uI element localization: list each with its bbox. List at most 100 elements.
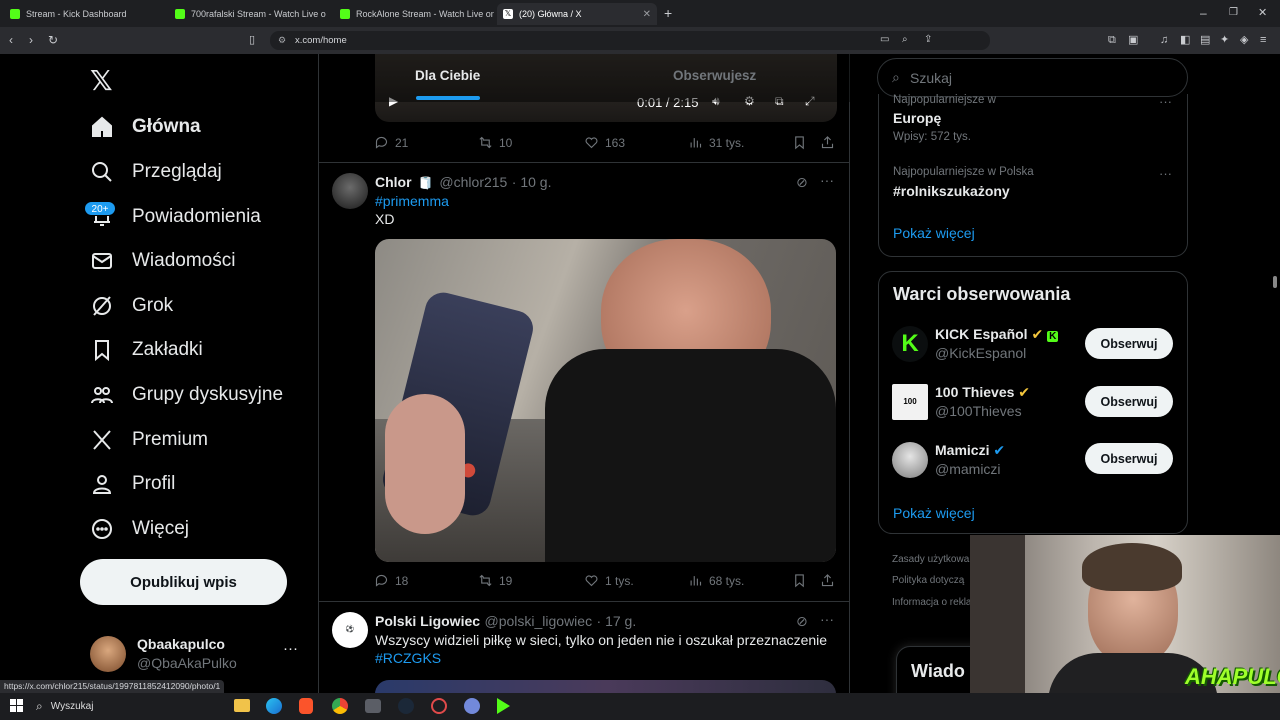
nav-profile[interactable]: Profil <box>88 464 175 504</box>
new-tab-icon[interactable]: + <box>664 6 672 20</box>
suggestion-name[interactable]: Mamiczi ✔ <box>935 442 1005 459</box>
leo-ai-icon[interactable]: ✦ <box>1220 34 1229 46</box>
author-handle[interactable]: @chlor215 <box>439 174 507 190</box>
browser-tab-700rafalski[interactable]: 700rafalski Stream - Watch Live o <box>169 3 334 25</box>
forward-icon[interactable]: › <box>29 34 33 46</box>
bookmark-button[interactable] <box>792 573 813 588</box>
grok-icon[interactable]: ⊘ <box>796 174 808 191</box>
menu-icon[interactable]: ≡ <box>1260 34 1266 46</box>
share-button[interactable] <box>820 573 841 588</box>
sidebar-icon[interactable]: ◧ <box>1180 34 1190 46</box>
cast-icon[interactable]: ▭ <box>880 34 889 46</box>
back-icon[interactable]: ‹ <box>9 34 13 46</box>
site-info-icon[interactable]: ⚙ <box>278 35 286 46</box>
edge-icon[interactable] <box>266 698 282 714</box>
post-button[interactable]: Opublikuj wpis <box>80 559 287 605</box>
browser-tab-x-home[interactable]: 𝕏 (20) Główna / X ✕ <box>497 3 657 25</box>
nav-explore[interactable]: Przeglądaj <box>88 152 222 192</box>
author-name[interactable]: Chlor <box>375 174 412 190</box>
suggestion-handle[interactable]: @100Thieves <box>935 403 1022 419</box>
nav-more[interactable]: Więcej <box>88 509 189 549</box>
share-button[interactable] <box>820 135 841 150</box>
nav-home[interactable]: Główna <box>88 107 201 147</box>
hashtag-link[interactable]: #primemma <box>375 193 449 209</box>
share-icon[interactable]: ⇪ <box>924 34 932 46</box>
nav-communities[interactable]: Grupy dyskusyjne <box>88 375 283 415</box>
steam-icon[interactable] <box>398 698 414 714</box>
brave-icon[interactable] <box>299 698 313 714</box>
nav-grok[interactable]: Grok <box>88 286 173 326</box>
avatar[interactable]: 100 <box>892 384 928 420</box>
trend-title[interactable]: #rolnikszukażony <box>893 183 1010 199</box>
obs-icon[interactable] <box>431 698 447 714</box>
more-icon[interactable]: ··· <box>1159 166 1172 181</box>
tweet-time[interactable]: · 17 g. <box>597 613 637 629</box>
app-icon[interactable] <box>365 699 381 713</box>
suggestion-handle[interactable]: @KickEspanol <box>935 345 1026 361</box>
tab-following[interactable]: Obserwujesz <box>673 68 756 83</box>
media-icon[interactable]: ♫ <box>1160 34 1168 46</box>
bookmark-page-icon[interactable]: ▯ <box>249 34 255 46</box>
like-button[interactable]: 1 tys. <box>584 573 634 588</box>
tab-for-you[interactable]: Dla Ciebie <box>415 68 480 83</box>
windows-start-icon[interactable] <box>10 699 23 712</box>
footer-link[interactable]: Informacja o rekla <box>892 597 971 608</box>
search-input[interactable]: ⌕ Szukaj <box>877 58 1188 97</box>
scrollbar-thumb[interactable] <box>1273 276 1277 288</box>
tweet-image[interactable] <box>375 680 836 694</box>
views-button[interactable]: 68 tys. <box>688 573 744 588</box>
avatar[interactable]: ⚽ <box>332 612 368 648</box>
file-explorer-icon[interactable] <box>234 699 250 712</box>
reply-button[interactable]: 18 <box>374 573 408 588</box>
follow-button[interactable]: Obserwuj <box>1085 328 1173 359</box>
chrome-icon[interactable] <box>332 698 348 714</box>
suggestion-handle[interactable]: @mamiczi <box>935 461 1001 477</box>
follow-button[interactable]: Obserwuj <box>1085 386 1173 417</box>
tweet-image[interactable] <box>375 239 836 562</box>
tweet-time[interactable]: · 10 g. <box>512 174 552 190</box>
tweet[interactable]: ⚽ Polski Ligowiec @polski_ligowiec · 17 … <box>318 602 850 694</box>
reload-icon[interactable]: ↻ <box>48 34 58 46</box>
author-name[interactable]: Polski Ligowiec <box>375 613 480 629</box>
screenshot-icon[interactable]: ▣ <box>1128 34 1138 46</box>
nav-premium[interactable]: Premium <box>88 420 208 460</box>
footer-link[interactable]: Polityka dotyczą <box>892 575 964 586</box>
zoom-icon[interactable]: ⌕ <box>902 34 908 46</box>
extensions-icon[interactable]: ⧉ <box>1108 34 1116 46</box>
avatar[interactable]: K <box>892 326 928 362</box>
suggestion-name[interactable]: 100 Thieves ✔ <box>935 384 1030 401</box>
taskbar-search[interactable]: ⌕ Wyszukaj <box>30 696 220 717</box>
x-logo-icon[interactable]: 𝕏 <box>90 64 113 97</box>
trend-title[interactable]: Europę <box>893 110 941 126</box>
tweet[interactable]: Chlor 🧻 @chlor215 · 10 g. ⊘ ··· #primemm… <box>318 163 850 601</box>
minimize-icon[interactable]: – <box>1200 7 1207 19</box>
wallet-icon[interactable]: ▤ <box>1200 34 1210 46</box>
show-more-link[interactable]: Pokaż więcej <box>893 505 975 521</box>
like-button[interactable]: 163 <box>584 135 625 150</box>
bookmark-button[interactable] <box>792 135 813 150</box>
avatar[interactable] <box>892 442 928 478</box>
vpn-icon[interactable]: ◈ <box>1240 34 1248 46</box>
more-icon[interactable]: ··· <box>1159 94 1172 109</box>
show-more-link[interactable]: Pokaż więcej <box>893 225 975 241</box>
repost-button[interactable]: 10 <box>478 135 512 150</box>
close-window-icon[interactable]: ✕ <box>1258 7 1267 19</box>
more-icon[interactable]: ··· <box>820 611 834 627</box>
discord-icon[interactable] <box>464 698 480 714</box>
hashtag-link[interactable]: #RCZGKS <box>375 650 441 666</box>
restore-icon[interactable]: ❐ <box>1229 7 1238 19</box>
close-tab-icon[interactable]: ✕ <box>643 9 651 20</box>
suggestion-name[interactable]: KICK Español ✔ K <box>935 326 1059 343</box>
repost-button[interactable]: 19 <box>478 573 512 588</box>
more-icon[interactable]: ··· <box>820 172 834 188</box>
account-switcher[interactable]: Qbaakapulco @QbaAkaPulko ··· <box>80 626 310 678</box>
avatar[interactable] <box>332 173 368 209</box>
grok-icon[interactable]: ⊘ <box>796 613 808 630</box>
kick-app-icon[interactable] <box>497 698 510 714</box>
browser-tab-rockalone[interactable]: RockAlone Stream - Watch Live on Ki <box>334 3 494 25</box>
reply-button[interactable]: 21 <box>374 135 408 150</box>
nav-messages[interactable]: Wiadomości <box>88 241 235 281</box>
nav-bookmarks[interactable]: Zakładki <box>88 330 203 370</box>
footer-link[interactable]: Zasady użytkowa <box>892 554 969 565</box>
author-handle[interactable]: @polski_ligowiec <box>484 613 592 629</box>
